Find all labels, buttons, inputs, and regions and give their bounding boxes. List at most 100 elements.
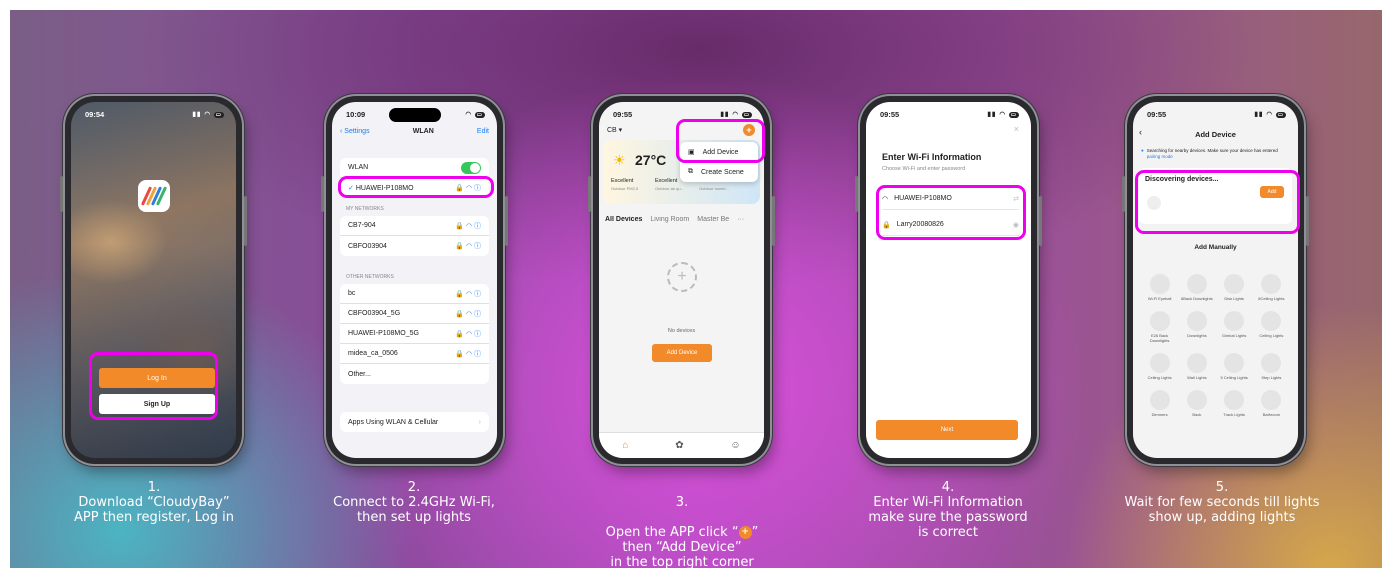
step-5-caption: 5. Wait for few seconds till lights show …: [1124, 480, 1320, 525]
lock-wifi-info-icon[interactable]: 🔒 ◠ ⓘ: [455, 309, 481, 319]
device-type-item[interactable]: Ceiling Lights: [1141, 353, 1178, 380]
device-icon: [1224, 311, 1245, 331]
instruction-banner: 09:54 ▮▮ ◠ ▭ Log In Sign Up 10:09 ◠ ▭ ‹ …: [10, 10, 1382, 568]
step-2-caption: 2. Connect to 2.4GHz Wi-Fi, then set up l…: [333, 480, 495, 525]
status-time: 09:55: [1147, 109, 1167, 119]
next-button[interactable]: Next: [876, 420, 1018, 440]
device-icon: [1149, 390, 1170, 410]
step-1-caption: 1. Download “CloudyBay” APP then register…: [73, 480, 234, 525]
tab-all-devices[interactable]: All Devices: [605, 216, 642, 223]
wifi-info-title: Enter Wi-Fi Information: [882, 152, 982, 162]
lock-wifi-info-icon[interactable]: 🔒 ◠ ⓘ: [455, 241, 481, 251]
device-icon: [1224, 353, 1245, 373]
temperature: 27°C: [635, 152, 667, 168]
phone-step-2: 10:09 ◠ ▭ ‹ Settings WLAN Edit WLAN ✓ HU…: [321, 96, 508, 464]
chevron-right-icon: ›: [478, 418, 481, 426]
lock-wifi-info-icon[interactable]: 🔒 ◠ ⓘ: [455, 289, 481, 299]
highlight-add-menu: [676, 119, 765, 163]
status-time: 10:09: [346, 109, 366, 119]
apps-wlan-row[interactable]: Apps Using WLAN & Cellular ›: [340, 412, 489, 432]
add-device-screen: 09:55 ▮▮ ◠ ▭ ‹ Add Device ● Searching fo…: [1133, 102, 1298, 458]
phone-step-3: 09:55 ▮▮ ◠ ▭ CB ▾ + ☀ 27°C Excellent Outd…: [588, 96, 775, 464]
status-bar: 09:55 ▮▮ ◠ ▭: [880, 108, 1019, 120]
device-type-item[interactable]: Ceiling Lights: [1253, 311, 1290, 343]
close-icon[interactable]: ×: [1014, 124, 1019, 134]
device-icon: [1261, 274, 1282, 294]
device-icon: [1261, 311, 1282, 331]
status-bar: 09:55 ▮▮ ◠ ▭: [1147, 108, 1286, 120]
empty-bulb-icon: +: [667, 262, 697, 292]
device-icon: [1186, 274, 1207, 294]
device-type-item[interactable]: Wall Lights: [1178, 353, 1215, 380]
cloudybay-logo: [138, 180, 170, 212]
wifi-info-screen: 09:55 ▮▮ ◠ ▭ × Enter Wi-Fi Information C…: [866, 102, 1031, 458]
add-manually-title: Add Manually: [1194, 244, 1237, 251]
bluetooth-icon: ●: [1141, 148, 1144, 153]
highlight-connected-network: [338, 176, 494, 198]
device-type-item[interactable]: Step Lights: [1253, 353, 1290, 380]
my-networks-header: MY NETWORKS: [346, 206, 384, 212]
highlight-discovering: [1135, 170, 1300, 234]
wlan-toggle-row: WLAN: [340, 158, 489, 178]
menu-create-scene[interactable]: ⧉ Create Scene: [680, 162, 758, 182]
tab-bar: ⌂ ✿ ☺: [599, 432, 764, 458]
device-icon: [1149, 311, 1170, 331]
lock-wifi-info-icon[interactable]: 🔒 ◠ ⓘ: [455, 329, 481, 339]
network-row[interactable]: midea_ca_0506 🔒 ◠ ⓘ: [340, 344, 489, 364]
home-selector[interactable]: CB ▾: [607, 126, 622, 134]
device-type-item[interactable]: Downlights: [1178, 311, 1215, 343]
scene-icon[interactable]: ✿: [675, 440, 683, 451]
device-type-item[interactable]: Wi-Fi Eyeball: [1141, 274, 1178, 301]
other-networks-header: OTHER NETWORKS: [346, 274, 394, 280]
device-type-item[interactable]: 6Back Downlights: [1178, 274, 1215, 301]
wlan-toggle[interactable]: [461, 161, 481, 174]
add-device-button[interactable]: Add Device: [652, 344, 712, 362]
wifi-info-subtitle: Choose Wi-Fi and enter password: [882, 166, 966, 172]
status-bar: 09:54 ▮▮ ◠ ▭: [85, 108, 224, 120]
device-type-grid: Wi-Fi Eyeball 6Back Downlights Disk Ligh…: [1141, 274, 1290, 417]
device-icon: [1224, 274, 1245, 294]
add-device-title: Add Device: [1195, 130, 1236, 139]
status-time: 09:54: [85, 109, 105, 119]
device-type-item[interactable]: Back: [1178, 390, 1215, 417]
step-3-caption: 3. Open the APP click “+” then “Add Devi…: [605, 495, 759, 568]
network-row[interactable]: HUAWEI-P108MO_5G 🔒 ◠ ⓘ: [340, 324, 489, 344]
tab-master-bedroom[interactable]: Master Be: [697, 216, 729, 223]
network-row[interactable]: CBFO03904 🔒 ◠ ⓘ: [340, 236, 489, 256]
device-type-item[interactable]: Track Lights: [1216, 390, 1253, 417]
device-type-item[interactable]: Gimbal Lights: [1216, 311, 1253, 343]
my-networks-group: CB7-904 🔒 ◠ ⓘ CBFO03904 🔒 ◠ ⓘ: [340, 216, 489, 256]
sun-icon: ☀: [613, 152, 626, 168]
lock-wifi-info-icon[interactable]: 🔒 ◠ ⓘ: [455, 349, 481, 359]
device-icon: [1261, 390, 1282, 410]
phone-step-4: 09:55 ▮▮ ◠ ▭ × Enter Wi-Fi Information C…: [855, 96, 1042, 464]
network-row[interactable]: CB7-904 🔒 ◠ ⓘ: [340, 216, 489, 236]
back-settings-link[interactable]: ‹ Settings: [340, 128, 370, 135]
empty-state-text: No devices: [667, 328, 696, 334]
apps-wlan-group: Apps Using WLAN & Cellular ›: [340, 412, 489, 432]
edit-link[interactable]: Edit: [477, 128, 489, 135]
device-icon: [1149, 353, 1170, 373]
device-type-item[interactable]: 8Ceiling Lights: [1253, 274, 1290, 301]
signal-wifi-battery-icon: ▮▮ ◠ ▭: [987, 111, 1019, 118]
tab-living-room[interactable]: Living Room: [650, 216, 689, 223]
device-type-item[interactable]: Dimmers: [1141, 390, 1178, 417]
device-type-item[interactable]: Disk Lights: [1216, 274, 1253, 301]
step-4-caption: 4. Enter Wi-Fi Information make sure the …: [868, 480, 1028, 540]
profile-icon[interactable]: ☺: [730, 440, 740, 451]
status-time: 09:55: [880, 109, 900, 119]
highlight-wifi-fields: [876, 185, 1026, 240]
network-row[interactable]: CBFO03904_5G 🔒 ◠ ⓘ: [340, 304, 489, 324]
room-tabs: All Devices Living Room Master Be ···: [605, 216, 758, 223]
more-icon[interactable]: ···: [737, 216, 744, 223]
network-row[interactable]: bc 🔒 ◠ ⓘ: [340, 284, 489, 304]
device-type-item[interactable]: Bathroom: [1253, 390, 1290, 417]
home-icon[interactable]: ⌂: [622, 440, 628, 451]
lock-wifi-info-icon[interactable]: 🔒 ◠ ⓘ: [455, 221, 481, 231]
wlan-settings-screen: 10:09 ◠ ▭ ‹ Settings WLAN Edit WLAN ✓ HU…: [332, 102, 497, 458]
device-type-item[interactable]: 5 Ceiling Lights: [1216, 353, 1253, 380]
device-icon: [1186, 390, 1207, 410]
other-network-row[interactable]: Other...: [340, 364, 489, 384]
phone-step-5: 09:55 ▮▮ ◠ ▭ ‹ Add Device ● Searching fo…: [1122, 96, 1309, 464]
device-type-item[interactable]: E26 Back Downlights: [1141, 311, 1178, 343]
